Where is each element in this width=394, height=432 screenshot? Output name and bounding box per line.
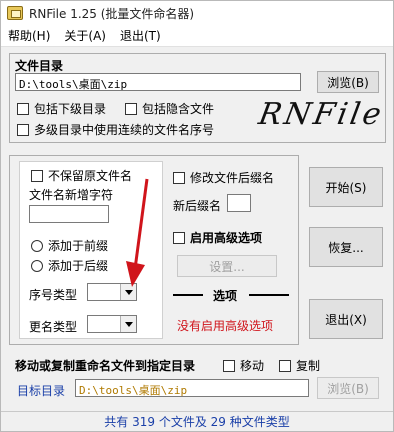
copy-checkbox[interactable]: 复制 [279,357,320,374]
include-sub-checkbox[interactable]: 包括下级目录 [17,100,106,117]
chevron-down-icon[interactable] [120,316,136,332]
move-label: 移动 [240,359,265,373]
status-text: 共有 319 个文件及 29 种文件类型 [104,415,290,429]
append-radio[interactable]: 添加于后缀 [31,257,108,274]
include-sub-label: 包括下级目录 [34,102,107,116]
options-title: 选项 [213,289,238,303]
target-dir-input[interactable]: D:\tools\桌面\zip [75,379,309,397]
window-title: RNFile 1.25 (批量文件命名器) [29,6,195,21]
new-chars-input[interactable] [29,205,109,223]
app-window: RNFile 1.25 (批量文件命名器) 帮助(H) 关于(A) 退出(T) … [0,0,394,432]
radio-circle[interactable] [31,259,43,272]
options-divider-left [173,294,203,296]
seq-type-label: 序号类型 [29,288,78,302]
folder-app-icon [7,6,23,20]
menu-about[interactable]: 关于(A) [57,27,113,44]
checkbox-box[interactable] [173,171,185,184]
modify-ext-label: 修改文件后缀名 [190,171,275,185]
modify-ext-checkbox[interactable]: 修改文件后缀名 [173,169,274,186]
dir-label: 文件目录 [15,59,64,73]
new-ext-input[interactable] [227,194,251,212]
keep-name-label: 不保留原文件名 [48,169,133,183]
copy-label: 复制 [296,359,321,373]
adv-status-text: 没有启用高级选项 [177,319,274,333]
append-label: 添加于后缀 [48,259,109,273]
target-browse-button[interactable]: 浏览(B) [317,377,379,399]
status-bar: 共有 319 个文件及 29 种文件类型 [1,411,393,431]
restore-button[interactable]: 恢复... [309,227,383,267]
keep-name-checkbox[interactable]: 不保留原文件名 [31,167,132,184]
rename-type-select[interactable] [87,315,137,333]
checkbox-box[interactable] [125,102,137,115]
arrow-head [126,261,145,287]
title-bar: RNFile 1.25 (批量文件命名器) [1,1,393,25]
settings-button[interactable]: 设置... [177,255,277,277]
prepend-label: 添加于前缀 [48,239,109,253]
checkbox-box[interactable] [279,359,291,372]
red-arrow-icon [126,178,149,287]
checkbox-box[interactable] [223,359,235,372]
menu-help[interactable]: 帮助(H) [1,27,57,44]
multi-seq-label: 多级目录中使用连续的文件名序号 [34,123,215,137]
enable-adv-label: 启用高级选项 [190,231,263,245]
rnfile-logo: RNFile [255,97,387,132]
target-dir-label: 目标目录 [17,384,66,398]
move-copy-label: 移动或复制重命名文件到指定目录 [15,359,196,373]
include-hidden-checkbox[interactable]: 包括隐含文件 [125,100,214,117]
checkbox-box[interactable] [173,231,185,244]
radio-circle[interactable] [31,239,43,252]
multi-seq-checkbox[interactable]: 多级目录中使用连续的文件名序号 [17,121,214,138]
new-chars-label: 文件名新增字符 [29,188,114,202]
checkbox-box[interactable] [17,123,29,136]
checkbox-box[interactable] [17,102,29,115]
new-ext-label: 新后缀名 [173,199,222,213]
move-checkbox[interactable]: 移动 [223,357,264,374]
arrow-shaft [133,178,149,270]
include-hidden-label: 包括隐含文件 [142,102,215,116]
enable-adv-checkbox[interactable]: 启用高级选项 [173,229,262,246]
menu-exit[interactable]: 退出(T) [113,27,168,44]
options-divider-right [249,294,289,296]
browse-button[interactable]: 浏览(B) [317,71,379,93]
rename-type-label: 更名类型 [29,320,78,334]
dir-input[interactable]: D:\tools\桌面\zip [15,73,301,91]
prepend-radio[interactable]: 添加于前缀 [31,237,108,254]
exit-button[interactable]: 退出(X) [309,299,383,339]
start-button[interactable]: 开始(S) [309,167,383,207]
menu-bar: 帮助(H) 关于(A) 退出(T) [1,25,393,47]
checkbox-box[interactable] [31,169,43,182]
